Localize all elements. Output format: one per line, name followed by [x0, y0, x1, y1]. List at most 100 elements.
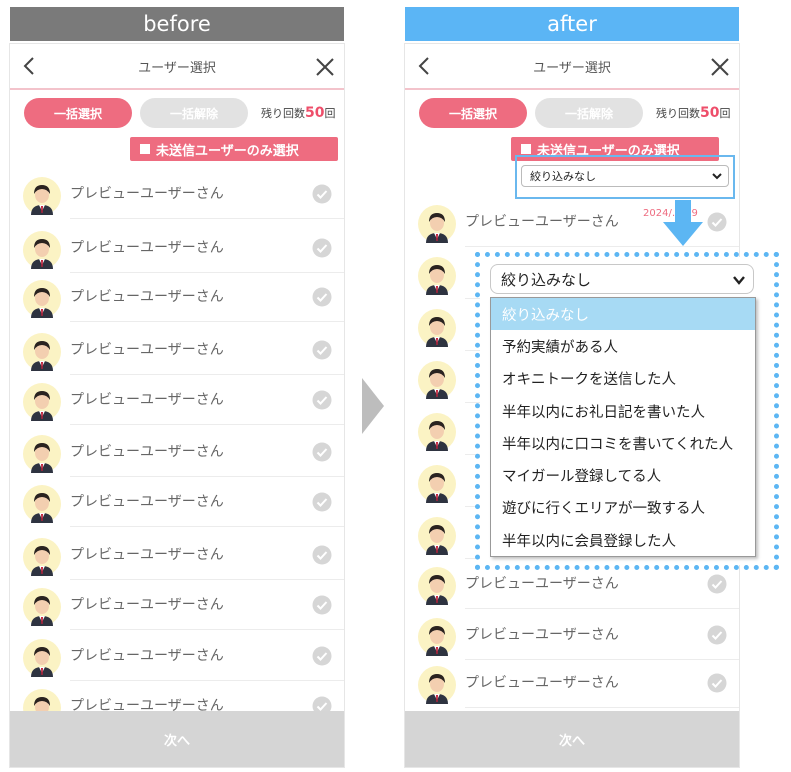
check-circle-icon[interactable]	[312, 340, 332, 360]
zoom-frame	[475, 252, 779, 570]
avatar-icon	[23, 588, 61, 626]
row-divider	[70, 629, 344, 630]
back-chevron-icon[interactable]	[22, 56, 36, 76]
avatar-icon	[23, 333, 61, 371]
user-name: プレビューユーザーさん	[70, 597, 224, 613]
unsent-only-label: 未送信ユーザーのみ選択	[156, 143, 299, 159]
header-bar: ユーザー選択	[405, 44, 739, 90]
filter-highlight-frame	[515, 155, 735, 199]
check-circle-icon[interactable]	[707, 574, 727, 594]
avatar-icon	[23, 280, 61, 318]
user-name: プレビューユーザーさん	[465, 627, 619, 643]
transition-arrow-icon	[362, 378, 384, 434]
header-bar: ユーザー選択	[10, 44, 344, 90]
avatar-icon	[23, 177, 61, 215]
row-divider	[70, 526, 344, 527]
avatar-icon	[23, 383, 61, 421]
check-circle-icon[interactable]	[312, 238, 332, 258]
checkbox-icon	[521, 144, 531, 154]
avatar-icon	[418, 361, 456, 399]
remaining-prefix: 残り回数	[656, 107, 700, 120]
user-name: プレビューユーザーさん	[465, 214, 619, 230]
avatar-icon	[418, 517, 456, 555]
user-list-item[interactable]: プレビューユーザーさん	[405, 658, 739, 708]
user-name: プレビューユーザーさん	[70, 547, 224, 563]
close-icon[interactable]	[316, 58, 334, 76]
avatar-icon	[23, 538, 61, 576]
check-circle-icon[interactable]	[312, 390, 332, 410]
check-circle-icon[interactable]	[312, 595, 332, 615]
page-title: ユーザー選択	[138, 60, 216, 76]
remaining-count: 残り回数50回	[261, 105, 335, 121]
row-divider	[70, 424, 344, 425]
avatar-icon	[418, 567, 456, 605]
check-circle-icon[interactable]	[312, 492, 332, 512]
clear-all-button[interactable]: 一括解除	[535, 98, 643, 128]
after-label: after	[405, 7, 739, 41]
user-list-item[interactable]: プレビューユーザーさん	[10, 223, 344, 273]
user-name: プレビューユーザーさん	[70, 186, 224, 202]
remaining-count: 残り回数50回	[656, 105, 730, 121]
user-name: プレビューユーザーさん	[70, 444, 224, 460]
unsent-only-button[interactable]: 未送信ユーザーのみ選択	[130, 137, 338, 161]
user-name: プレビューユーザーさん	[70, 392, 224, 408]
row-divider	[70, 321, 344, 322]
close-icon[interactable]	[711, 58, 729, 76]
clear-all-button[interactable]: 一括解除	[140, 98, 248, 128]
select-all-button[interactable]: 一括選択	[24, 98, 132, 128]
back-chevron-icon[interactable]	[417, 56, 431, 76]
user-name: プレビューユーザーさん	[465, 576, 619, 592]
check-circle-icon[interactable]	[707, 212, 727, 232]
avatar-icon	[418, 413, 456, 451]
avatar-icon	[418, 309, 456, 347]
check-circle-icon[interactable]	[312, 545, 332, 565]
row-divider	[465, 608, 739, 609]
next-button[interactable]: 次へ	[10, 711, 344, 767]
user-list-item[interactable]: プレビューユーザーさん	[10, 631, 344, 681]
user-name: プレビューユーザーさん	[70, 342, 224, 358]
remaining-number: 50	[305, 105, 325, 121]
avatar-icon	[23, 639, 61, 677]
user-list-item[interactable]: プレビューユーザーさん	[10, 477, 344, 527]
user-name: プレビューユーザーさん	[70, 240, 224, 256]
remaining-suffix: 回	[324, 107, 336, 120]
page-title: ユーザー選択	[533, 60, 611, 76]
avatar-icon	[418, 666, 456, 704]
user-name: プレビューユーザーさん	[70, 494, 224, 510]
user-list-item[interactable]: プレビューユーザーさん	[10, 325, 344, 375]
check-circle-icon[interactable]	[707, 673, 727, 693]
down-arrow-icon	[663, 200, 703, 246]
remaining-number: 50	[700, 105, 720, 121]
user-list-item[interactable]: プレビューユーザーさん	[10, 169, 344, 219]
before-label: before	[10, 7, 344, 41]
remaining-prefix: 残り回数	[261, 107, 305, 120]
avatar-icon	[418, 465, 456, 503]
check-circle-icon[interactable]	[312, 287, 332, 307]
user-list-item[interactable]: プレビューユーザーさん	[10, 375, 344, 425]
select-all-button[interactable]: 一括選択	[419, 98, 527, 128]
row-divider	[70, 218, 344, 219]
row-divider	[465, 246, 739, 247]
check-circle-icon[interactable]	[312, 646, 332, 666]
user-list-item[interactable]: プレビューユーザーさん	[10, 272, 344, 322]
user-name: プレビューユーザーさん	[70, 648, 224, 664]
user-list-item[interactable]: プレビューユーザーさん	[10, 530, 344, 580]
checkbox-icon	[140, 144, 150, 154]
avatar-icon	[418, 205, 456, 243]
avatar-icon	[418, 257, 456, 295]
next-button[interactable]: 次へ	[405, 711, 739, 767]
check-circle-icon[interactable]	[707, 625, 727, 645]
avatar-icon	[23, 231, 61, 269]
remaining-suffix: 回	[719, 107, 731, 120]
avatar-icon	[23, 435, 61, 473]
before-screen: ユーザー選択 一括選択 一括解除 残り回数50回 未送信ユーザーのみ選択 プレビ…	[9, 43, 345, 768]
user-name: プレビューユーザーさん	[70, 289, 224, 305]
user-list-item[interactable]: プレビューユーザーさん	[10, 580, 344, 630]
avatar-icon	[23, 485, 61, 523]
user-list-item[interactable]: プレビューユーザーさん	[405, 610, 739, 660]
check-circle-icon[interactable]	[312, 442, 332, 462]
check-circle-icon[interactable]	[312, 184, 332, 204]
avatar-icon	[418, 618, 456, 656]
user-list-item[interactable]: プレビューユーザーさん	[10, 427, 344, 477]
row-divider	[465, 707, 739, 708]
